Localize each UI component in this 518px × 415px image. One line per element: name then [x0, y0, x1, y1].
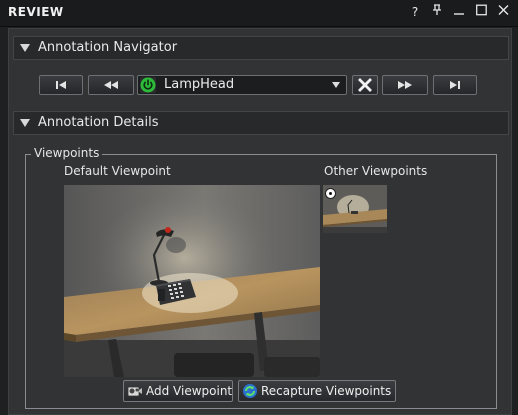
default-viewpoint-image[interactable]	[64, 185, 320, 377]
next-annotation-button[interactable]	[382, 75, 428, 95]
collapse-triangle-icon	[20, 119, 30, 127]
review-panel: Annotation Navigator LampHead Annotation…	[8, 28, 512, 415]
visibility-toggle[interactable]	[140, 77, 156, 93]
minimize-icon	[454, 13, 464, 15]
fast-forward-icon	[398, 81, 412, 89]
help-button[interactable]: ?	[408, 4, 422, 20]
minimize-button[interactable]	[452, 4, 466, 20]
rewind-icon	[104, 81, 118, 89]
annotation-details-title: Annotation Details	[38, 115, 159, 130]
annotation-selector[interactable]: LampHead	[137, 75, 347, 95]
window-titlebar: REVIEW ?	[0, 0, 518, 27]
annotation-selector-value: LampHead	[164, 77, 235, 92]
close-button[interactable]	[496, 4, 510, 20]
clear-annotation-button[interactable]	[352, 75, 378, 95]
viewpoint-radio[interactable]	[325, 188, 336, 199]
annotation-navigator-header[interactable]: Annotation Navigator	[13, 36, 509, 60]
last-annotation-button[interactable]	[433, 75, 477, 95]
close-icon	[498, 5, 508, 15]
recapture-viewpoints-button[interactable]: Recapture Viewpoints	[238, 380, 396, 402]
refresh-icon	[242, 383, 258, 399]
power-icon	[140, 77, 156, 93]
dropdown-arrow-icon	[332, 82, 340, 88]
recapture-viewpoints-label: Recapture Viewpoints	[261, 384, 392, 398]
add-viewpoint-label: Add Viewpoint	[146, 384, 233, 398]
viewpoints-group-title: Viewpoints	[31, 146, 103, 160]
window-title: REVIEW	[8, 5, 64, 19]
other-viewpoints-label: Other Viewpoints	[324, 164, 428, 178]
first-annotation-button[interactable]	[39, 75, 83, 95]
annotation-navigator-title: Annotation Navigator	[38, 40, 178, 55]
default-viewpoint-label: Default Viewpoint	[64, 164, 171, 178]
camera-add-icon	[127, 383, 143, 399]
skip-first-icon	[56, 81, 66, 89]
add-viewpoint-button[interactable]: Add Viewpoint	[123, 380, 233, 402]
previous-annotation-button[interactable]	[88, 75, 134, 95]
annotation-details-header[interactable]: Annotation Details	[13, 111, 509, 135]
pin-icon	[433, 4, 441, 15]
collapse-triangle-icon	[20, 44, 30, 52]
scene-render	[64, 185, 320, 377]
skip-last-icon	[450, 81, 460, 89]
pin-button[interactable]	[430, 4, 444, 20]
maximize-button[interactable]	[474, 4, 488, 20]
maximize-icon	[475, 4, 487, 16]
x-mark-icon	[358, 78, 372, 92]
